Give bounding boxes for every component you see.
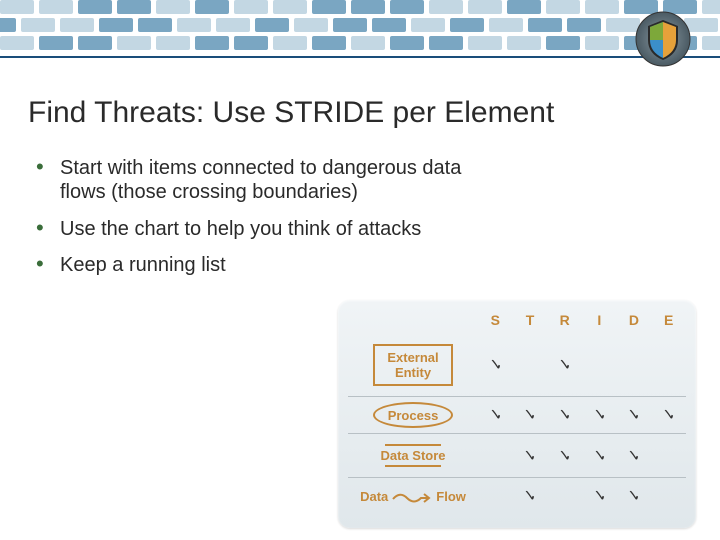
col-e: E bbox=[651, 306, 686, 334]
stride-cell: ✓ bbox=[547, 434, 582, 478]
stride-cell: ✓ bbox=[617, 397, 652, 434]
checkmark-icon: ✓ bbox=[523, 405, 536, 425]
row-label: DataFlow bbox=[348, 478, 478, 515]
checkmark-icon: ✓ bbox=[593, 405, 606, 425]
checkmark-icon: ✓ bbox=[523, 446, 536, 466]
external-entity-box-icon: ExternalEntity bbox=[373, 344, 452, 386]
checkmark-icon: ✓ bbox=[558, 355, 571, 375]
stride-cell: ✓ bbox=[513, 434, 548, 478]
datastore-line-icon bbox=[385, 444, 441, 446]
stride-cell bbox=[513, 334, 548, 397]
stride-cell: ✓ bbox=[478, 334, 513, 397]
stride-cell: ✓ bbox=[582, 397, 617, 434]
col-t: T bbox=[513, 306, 548, 334]
stride-table: S T R I D E ExternalEntity ✓ ✓ Process ✓ ✓ ✓ ✓ ✓… bbox=[348, 306, 686, 514]
stride-cell: ✓ bbox=[617, 434, 652, 478]
stride-cell: ✓ bbox=[582, 478, 617, 515]
bullet-item: Use the chart to help you think of attac… bbox=[42, 217, 482, 241]
col-s: S bbox=[478, 306, 513, 334]
checkmark-icon: ✓ bbox=[558, 405, 571, 425]
checkmark-icon: ✓ bbox=[593, 486, 606, 506]
checkmark-icon: ✓ bbox=[489, 405, 502, 425]
checkmark-icon: ✓ bbox=[627, 486, 640, 506]
stride-cell: ✓ bbox=[582, 434, 617, 478]
header-brick-pattern bbox=[0, 0, 720, 72]
checkmark-icon: ✓ bbox=[558, 446, 571, 466]
row-label: Process bbox=[348, 397, 478, 434]
stride-cell bbox=[651, 434, 686, 478]
stride-cell: ✓ bbox=[513, 397, 548, 434]
checkmark-icon: ✓ bbox=[489, 355, 502, 375]
checkmark-icon: ✓ bbox=[523, 486, 536, 506]
col-d: D bbox=[617, 306, 652, 334]
row-label: Data Store bbox=[348, 434, 478, 478]
table-row: Data Store ✓ ✓ ✓ ✓ bbox=[348, 434, 686, 478]
bullet-item: Keep a running list bbox=[42, 253, 482, 277]
shield-logo-icon bbox=[634, 10, 692, 68]
datastore-line-icon bbox=[385, 465, 441, 467]
stride-cell bbox=[547, 478, 582, 515]
checkmark-icon: ✓ bbox=[662, 405, 675, 425]
stride-cell bbox=[651, 478, 686, 515]
bullet-list: Start with items connected to dangerous … bbox=[42, 156, 482, 290]
dataflow-wave-icon bbox=[392, 492, 432, 504]
stride-cell bbox=[582, 334, 617, 397]
stride-cell bbox=[617, 334, 652, 397]
checkmark-icon: ✓ bbox=[627, 446, 640, 466]
stride-cell: ✓ bbox=[478, 397, 513, 434]
stride-cell bbox=[651, 334, 686, 397]
stride-cell: ✓ bbox=[617, 478, 652, 515]
stride-chart: S T R I D E ExternalEntity ✓ ✓ Process ✓ ✓ ✓ ✓ ✓… bbox=[338, 300, 696, 528]
stride-cell bbox=[478, 478, 513, 515]
stride-cell bbox=[478, 434, 513, 478]
process-oval-icon bbox=[373, 402, 453, 428]
page-title: Find Threats: Use STRIDE per Element bbox=[28, 96, 554, 130]
stride-cell: ✓ bbox=[513, 478, 548, 515]
row-label: ExternalEntity bbox=[348, 334, 478, 397]
bullet-item: Start with items connected to dangerous … bbox=[42, 156, 482, 205]
table-row: ExternalEntity ✓ ✓ bbox=[348, 334, 686, 397]
stride-cell: ✓ bbox=[547, 334, 582, 397]
table-row: DataFlow ✓ ✓ ✓ bbox=[348, 478, 686, 515]
checkmark-icon: ✓ bbox=[593, 446, 606, 466]
checkmark-icon: ✓ bbox=[627, 405, 640, 425]
table-row: Process ✓ ✓ ✓ ✓ ✓ ✓ bbox=[348, 397, 686, 434]
stride-cell: ✓ bbox=[547, 397, 582, 434]
stride-cell: ✓ bbox=[651, 397, 686, 434]
col-i: I bbox=[582, 306, 617, 334]
col-r: R bbox=[547, 306, 582, 334]
